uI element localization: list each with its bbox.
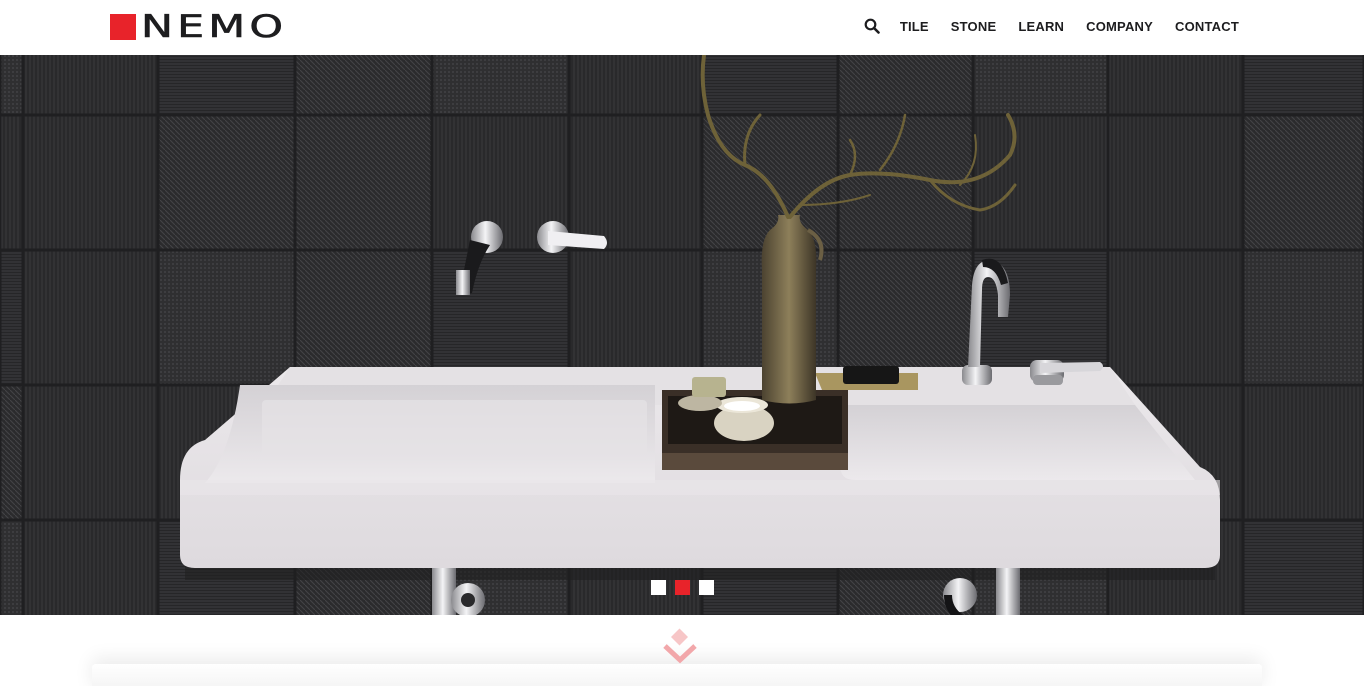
wall-tile [1106, 55, 1245, 117]
wall-tile [0, 248, 25, 387]
slide-dot-3[interactable] [698, 580, 714, 595]
search-icon[interactable] [864, 18, 882, 36]
wall-tile [0, 113, 25, 252]
wall-tile [1241, 383, 1364, 522]
wall-tile [1106, 113, 1245, 252]
wall-tile [21, 383, 160, 522]
wall-tile [21, 113, 160, 252]
wall-tile [1241, 55, 1364, 117]
wall-tile [836, 248, 975, 387]
wall-tile [21, 518, 160, 615]
wall-tile [836, 55, 975, 117]
wall-tile [1241, 248, 1364, 387]
slide-dot-2[interactable] [674, 580, 690, 595]
wall-tile [430, 55, 571, 117]
wall-tile [21, 55, 160, 117]
wall-tile [1106, 248, 1245, 387]
wall-tile [0, 55, 25, 117]
wall-tile [0, 383, 25, 522]
wall-tile [293, 55, 434, 117]
wall-tile [567, 248, 704, 387]
nav-item-contact[interactable]: CONTACT [1175, 17, 1239, 37]
wall-tile [1241, 518, 1364, 615]
site-header: NEMO TILE STONE LEARN COMPANY CONTACT [0, 0, 1364, 55]
chevron-down-icon[interactable] [662, 628, 698, 668]
wall-tile [567, 113, 704, 252]
slide-dot-1[interactable] [650, 580, 666, 595]
logo-square-icon [110, 14, 136, 40]
wall-tile [293, 248, 434, 387]
hero-slider [0, 55, 1364, 615]
wall-tile [156, 248, 297, 387]
wall-tile [700, 55, 840, 117]
logo-link[interactable]: NEMO [110, 9, 300, 45]
wall-tile [156, 113, 297, 252]
nav-item-stone[interactable]: STONE [951, 17, 997, 37]
wall-tile [293, 113, 434, 252]
wall-tile [430, 248, 571, 387]
nav-item-tile[interactable]: TILE [900, 17, 929, 37]
wall-tile [0, 518, 25, 615]
logo-wordmark: NEMO [141, 9, 288, 45]
wall-tile [971, 113, 1110, 252]
wall-tile [567, 55, 704, 117]
wall-tile [21, 248, 160, 387]
nav-item-learn[interactable]: LEARN [1018, 17, 1064, 37]
main-nav: TILE STONE LEARN COMPANY CONTACT [864, 17, 1239, 37]
nav-item-company[interactable]: COMPANY [1086, 17, 1153, 37]
wall-tile [156, 55, 297, 117]
bathroom-sink-photo [0, 55, 1364, 615]
wall-tile [971, 55, 1110, 117]
slider-pagination [0, 580, 1364, 595]
wall-tile [1241, 113, 1364, 252]
